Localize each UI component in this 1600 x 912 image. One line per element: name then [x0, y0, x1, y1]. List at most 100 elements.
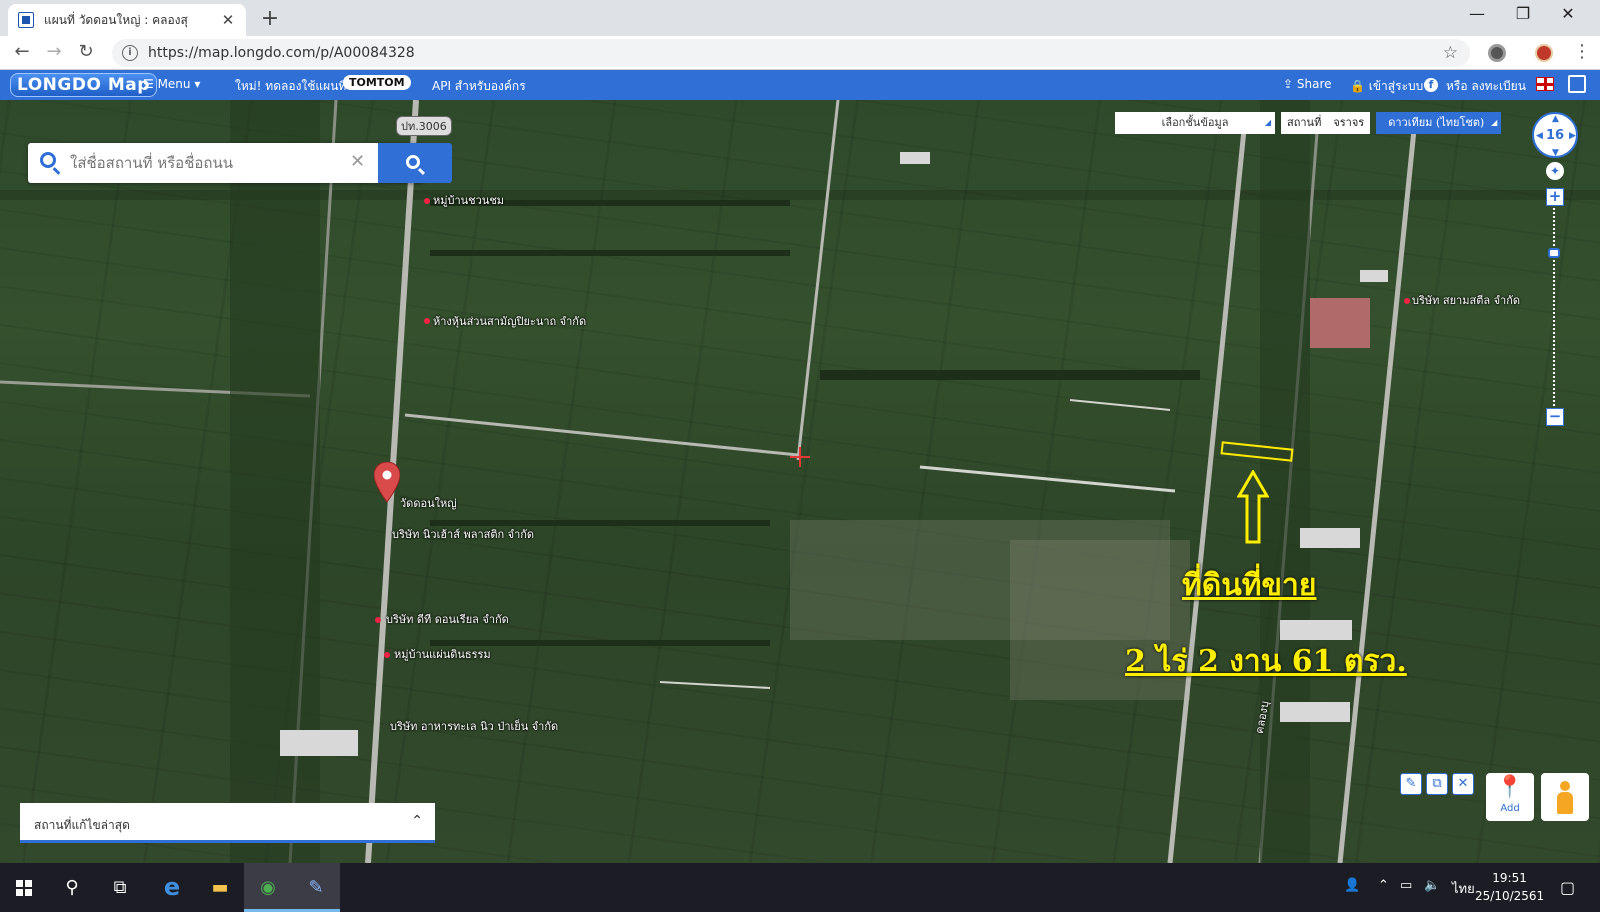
road-number-label[interactable]: ปท.3006: [396, 116, 452, 136]
forward-button[interactable]: →: [42, 41, 66, 62]
english-flag-icon[interactable]: [1536, 77, 1554, 91]
zoom-slider-knob[interactable]: [1548, 248, 1560, 258]
zoom-level: 16: [1545, 128, 1565, 143]
register-link[interactable]: หรือ ลงทะเบียน: [1446, 77, 1526, 96]
satellite-map[interactable]: ปท.3006 หมู่บ้านชวนชม ห้างหุ้นส่วนสามัญป…: [0, 100, 1600, 863]
place-dot[interactable]: [424, 318, 430, 324]
zoom-in-button[interactable]: +: [1546, 188, 1564, 206]
facebook-icon[interactable]: f: [1424, 78, 1438, 92]
place-label-village-2[interactable]: หมู่บ้านแผ่นดินธรรม: [394, 645, 491, 663]
reload-button[interactable]: ↻: [74, 41, 98, 62]
chrome-taskbar-icon[interactable]: ◉: [244, 863, 292, 912]
window-minimize-button[interactable]: —: [1462, 4, 1492, 23]
task-view-icon[interactable]: ⧉: [96, 863, 144, 912]
input-language[interactable]: ไทย: [1452, 878, 1475, 899]
satellite-basemap-select[interactable]: ดาวเทียม (ไทยโชต): [1376, 112, 1502, 134]
place-dot[interactable]: [1404, 298, 1410, 304]
notifications-icon[interactable]: ▢: [1560, 878, 1575, 897]
start-button[interactable]: [0, 863, 48, 912]
zoom-slider-track[interactable]: [1553, 195, 1556, 410]
pan-down-icon[interactable]: ▼: [1552, 148, 1559, 158]
road-segment: [659, 681, 771, 689]
profile-avatar[interactable]: [1535, 44, 1553, 62]
clock-date: 25/10/2561: [1475, 889, 1545, 903]
place-label-company-2[interactable]: บริษัท สยามสตีล จำกัด: [1412, 291, 1520, 309]
place-label-company-1[interactable]: ห้างหุ้นส่วนสามัญปิยะนาถ จำกัด: [433, 312, 586, 330]
window-close-button[interactable]: ✕: [1553, 4, 1583, 23]
add-pin-icon: 📍: [1496, 775, 1524, 800]
share-button[interactable]: ⇪ Share: [1283, 77, 1332, 91]
promo-text[interactable]: ใหม่! ทดลองใช้แผนที่: [235, 77, 346, 96]
clock-time: 19:51: [1492, 871, 1527, 885]
place-dot[interactable]: [424, 198, 430, 204]
layer-select[interactable]: เลือกชั้นข้อมูล: [1115, 112, 1275, 134]
extension-icon[interactable]: [1488, 44, 1506, 62]
land-for-sale-label: ที่ดินที่ขาย: [1182, 568, 1317, 603]
place-label-village-1[interactable]: หมู่บ้านชวนชม: [433, 191, 504, 209]
land-area-label: 2 ไร่ 2 งาน 61 ตรว.: [1125, 644, 1407, 679]
recent-edits-panel[interactable]: สถานที่แก้ไขล่าสุด ⌃: [20, 803, 435, 843]
url-text: https://map.longdo.com/p/A00084328: [148, 45, 415, 61]
place-label-company-4[interactable]: บริษัท ดีที ดอนเรียล จำกัด: [386, 610, 509, 628]
place-dot[interactable]: [375, 617, 381, 623]
longdo-favicon-icon: [18, 12, 34, 28]
windows-logo-icon: [16, 880, 32, 896]
road-mid: [796, 100, 840, 461]
pegman-street-view-button[interactable]: [1541, 773, 1589, 821]
paint-taskbar-icon[interactable]: ✎: [292, 863, 340, 912]
api-link[interactable]: API สำหรับองค์กร: [432, 77, 526, 96]
location-marker-icon[interactable]: [374, 462, 400, 506]
place-label-company-5[interactable]: บริษัท อาหารทะเล นิว ป่าเย็น จำกัด: [390, 717, 558, 735]
pan-left-icon[interactable]: ◀: [1536, 131, 1543, 141]
street-view-small-icon[interactable]: ✦: [1546, 162, 1564, 180]
add-place-button[interactable]: 📍 Add: [1486, 773, 1534, 821]
tomtom-badge[interactable]: TOMTOM: [343, 75, 411, 90]
add-label: Add: [1500, 803, 1520, 814]
fullscreen-icon[interactable]: [1568, 75, 1586, 93]
building: [1360, 270, 1388, 282]
file-explorer-icon[interactable]: ▬: [196, 863, 244, 912]
road-segment: [919, 465, 1176, 493]
traffic-toggle[interactable]: จราจร: [1327, 112, 1371, 134]
window-restore-button[interactable]: ❐: [1508, 4, 1538, 23]
search-input[interactable]: [68, 149, 338, 177]
system-clock[interactable]: 19:51 25/10/2561: [1475, 869, 1544, 905]
menu-button[interactable]: ☰ Menu ▾: [143, 77, 200, 91]
volume-icon[interactable]: 🔈: [1424, 878, 1440, 893]
map-roads: [0, 100, 1418, 863]
network-icon[interactable]: ▭: [1400, 878, 1412, 893]
clear-tool-button[interactable]: ✕: [1452, 773, 1474, 795]
edge-browser-icon[interactable]: e: [148, 863, 196, 912]
zoom-pan-ring[interactable]: ▲ ▼ ◀ ▶ 16: [1532, 112, 1578, 158]
people-icon[interactable]: 👤: [1344, 878, 1360, 893]
clear-search-icon[interactable]: ✕: [350, 151, 365, 172]
taskbar-search-icon[interactable]: ⚲: [48, 863, 96, 912]
longdo-logo[interactable]: LONGDO Map: [10, 73, 157, 97]
chrome-menu-icon[interactable]: ⋮: [1570, 41, 1594, 62]
draw-tool-button[interactable]: ✎: [1400, 773, 1422, 795]
search-button[interactable]: [378, 143, 452, 183]
address-bar[interactable]: i https://map.longdo.com/p/A00084328 ☆: [112, 39, 1470, 67]
map-center-crosshair: [790, 447, 810, 467]
browser-tab[interactable]: แผนที่ วัดดอนใหญ่ : คลองสุ ✕: [8, 4, 246, 36]
new-tab-button[interactable]: +: [258, 6, 282, 31]
measure-tool-button[interactable]: ⧉: [1426, 773, 1448, 795]
login-link[interactable]: 🔒 เข้าสู่ระบบ: [1350, 77, 1423, 96]
zoom-out-button[interactable]: −: [1546, 408, 1564, 426]
pan-up-icon[interactable]: ▲: [1552, 114, 1559, 124]
windows-taskbar: ⚲ ⧉ e ▬ ◉ ✎ 👤 ⌃ ▭ 🔈 ไทย 19:51 25/10/2561…: [0, 863, 1600, 912]
back-button[interactable]: ←: [10, 41, 34, 62]
bookmark-star-icon[interactable]: ☆: [1443, 43, 1458, 63]
pan-right-icon[interactable]: ▶: [1569, 131, 1576, 141]
expand-chevron-icon[interactable]: ⌃: [411, 813, 423, 829]
longdo-header: LONGDO Map ☰ Menu ▾ ใหม่! ทดลองใช้แผนที่…: [0, 70, 1600, 100]
tree-row: [820, 370, 1200, 380]
place-dot[interactable]: [384, 652, 390, 658]
tray-expand-icon[interactable]: ⌃: [1378, 878, 1389, 893]
road-segment: [1069, 399, 1171, 411]
site-info-icon[interactable]: i: [122, 45, 138, 61]
places-toggle[interactable]: สถานที่: [1281, 112, 1328, 134]
place-label-company-3[interactable]: บริษัท นิวเฮ้าส์ พลาสติก จำกัด: [392, 525, 534, 543]
tab-close-icon[interactable]: ✕: [220, 11, 236, 29]
place-label-temple[interactable]: วัดดอนใหญ่: [400, 494, 457, 512]
